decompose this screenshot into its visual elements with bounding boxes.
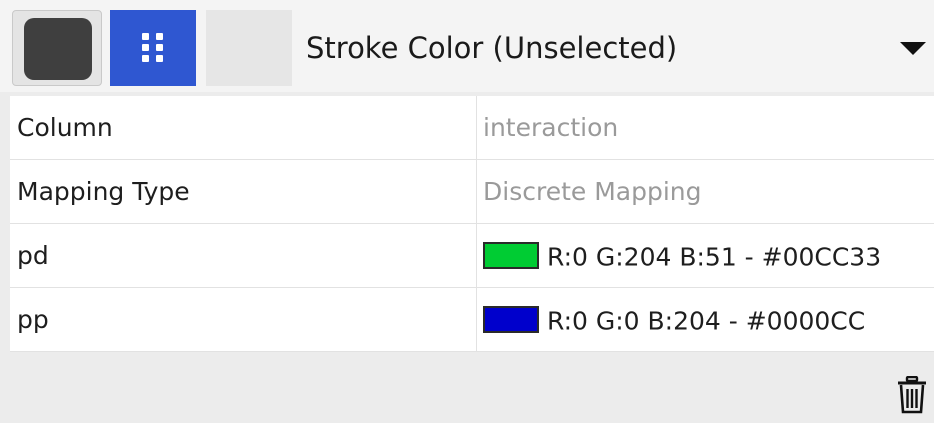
table-row-mapping-type: Mapping Type Discrete Mapping (10, 160, 934, 224)
color-text: R:0 G:0 B:204 - #0000CC (547, 306, 866, 336)
grip-icon (139, 33, 167, 63)
mapping-table: Column interaction Mapping Type Discrete… (10, 96, 934, 352)
bypass-button[interactable] (206, 10, 292, 86)
color-chip[interactable] (483, 305, 539, 333)
mapping-button[interactable] (110, 10, 196, 86)
table-row-pp: pp R:0 G:0 B:204 - #0000CC (10, 288, 934, 352)
pd-color-value[interactable]: R:0 G:204 B:51 - #00CC33 (478, 224, 934, 287)
triangle-down-icon[interactable] (900, 42, 926, 55)
color-text: R:0 G:204 B:51 - #00CC33 (547, 242, 882, 272)
color-chip[interactable] (483, 241, 539, 269)
visual-property-panel: Stroke Color (Unselected) Column interac… (0, 0, 934, 423)
row-key: Mapping Type (10, 160, 477, 223)
pp-color-value[interactable]: R:0 G:0 B:204 - #0000CC (478, 288, 934, 351)
row-key: Column (10, 96, 477, 159)
default-color-swatch (24, 18, 92, 80)
default-value-button[interactable] (12, 10, 102, 86)
table-row-column: Column interaction (10, 96, 934, 160)
column-value[interactable]: interaction (478, 96, 934, 159)
property-title[interactable]: Stroke Color (Unselected) (306, 26, 677, 70)
trash-icon[interactable] (896, 375, 928, 414)
property-header: Stroke Color (Unselected) (0, 0, 934, 92)
table-row-pd: pd R:0 G:204 B:51 - #00CC33 (10, 224, 934, 288)
row-key: pd (10, 224, 477, 287)
row-key: pp (10, 288, 477, 351)
mapping-type-value[interactable]: Discrete Mapping (478, 160, 934, 223)
